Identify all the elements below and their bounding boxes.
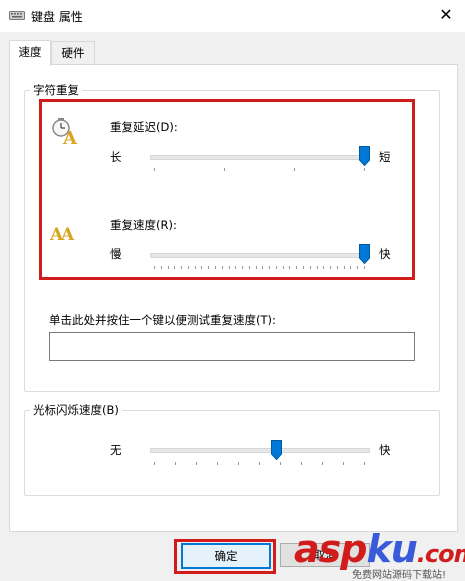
close-icon: ✕ [439,5,453,24]
slider-tick [303,266,305,269]
ok-button-label: 确定 [214,549,238,563]
repeat-rate-label: 重复速度(R): [110,218,177,232]
tab-speed-label: 速度 [18,45,42,59]
slider-tick [154,168,155,171]
slider-tick [238,462,239,465]
repeat-rate-slider-thumb[interactable] [358,244,370,264]
repeat-delay-label: 重复延迟(D): [110,120,178,134]
slider-tick [167,266,169,269]
svg-text:A: A [60,225,75,244]
tab-hardware-label: 硬件 [61,46,85,60]
slider-tick [350,266,352,269]
cursor-blink-slider-thumb[interactable] [271,440,283,460]
watermark-ku: ku [366,527,417,571]
window-title: 键盘 属性 [31,10,83,24]
ok-button[interactable]: 确定 [181,543,271,569]
slider-tick [343,462,344,465]
slider-tick [336,266,338,269]
slider-tick [160,266,162,269]
slider-tick [269,266,271,269]
slider-tick [248,266,250,269]
cursor-blink-group [24,410,440,496]
tab-speed[interactable]: 速度 [9,40,51,66]
char-repeat-group-label: 字符重复 [30,82,82,98]
slider-tick [330,266,332,269]
watermark-asp: asp [294,527,367,571]
slider-tick [175,462,176,465]
slider-tick [174,266,176,269]
slider-tick [323,266,325,269]
slider-tick [262,266,264,269]
slider-tick [228,266,230,269]
slider-tick [289,266,291,269]
repeat-delay-slider-track[interactable] [150,155,370,160]
slider-tick [280,462,281,465]
slider-tick [282,266,284,269]
cursor-blink-group-label: 光标闪烁速度(B) [30,402,122,418]
slider-tick [224,168,225,171]
repeat-delay-max-label: 短 [379,150,391,164]
repeat-rate-min-label: 慢 [110,247,122,261]
repeat-rate-max-label: 快 [379,247,391,261]
slider-tick [259,462,260,465]
repeat-test-label: 单击此处并按住一个键以便测试重复速度(T): [49,313,276,327]
cursor-blink-max-label: 快 [379,443,391,457]
slider-tick [187,266,189,269]
cursor-blink-min-label: 无 [110,443,122,457]
slider-tick [343,266,345,269]
slider-tick [217,462,218,465]
cursor-blink-slider-track[interactable] [150,448,370,453]
watermark-subtitle: 免费网站源码下载站! [352,570,447,581]
svg-text:A: A [62,128,78,146]
repeat-delay-icon: A [52,118,78,146]
slider-tick [242,266,244,269]
slider-tick [201,266,203,269]
slider-tick [154,266,155,269]
slider-tick [364,168,365,171]
keyboard-icon [9,11,25,20]
slider-tick [154,462,155,465]
slider-tick [214,266,216,269]
slider-tick [196,462,197,465]
slider-tick [275,266,277,269]
slider-tick [316,266,318,269]
slider-tick [296,266,298,269]
slider-tick [255,266,257,269]
slider-tick [309,266,311,269]
slider-tick [194,266,196,269]
slider-tick [294,168,295,171]
slider-tick [208,266,210,269]
watermark-com: .com [416,540,465,568]
tab-hardware[interactable]: 硬件 [51,41,95,64]
slider-tick [357,266,359,269]
slider-tick [235,266,237,269]
slider-tick [364,266,365,269]
repeat-delay-slider-thumb[interactable] [358,146,370,166]
slider-tick [364,462,365,465]
repeat-delay-min-label: 长 [110,150,122,164]
slider-tick [181,266,183,269]
repeat-rate-icon: A A [50,225,75,244]
close-button[interactable]: ✕ [428,0,464,30]
slider-tick [301,462,302,465]
repeat-test-input[interactable] [49,332,415,361]
slider-tick [221,266,223,269]
slider-tick [322,462,323,465]
repeat-rate-slider-track[interactable] [150,253,370,258]
title-bar: 键盘 属性 ✕ [0,0,465,32]
